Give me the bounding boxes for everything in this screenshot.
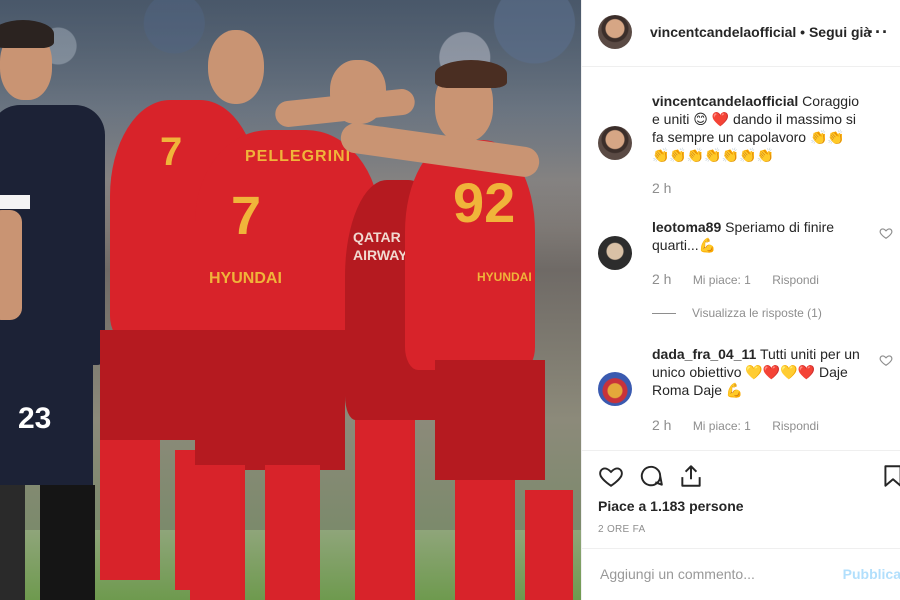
comment-like-heart-icon[interactable] — [879, 226, 893, 240]
caption-meta: 2 h — [652, 180, 689, 196]
more-dots-icon[interactable]: ··· — [868, 22, 889, 43]
comment-reply-button[interactable]: Rispondi — [772, 419, 819, 433]
shirt-name: PELLEGRINI — [245, 148, 352, 165]
comment-username[interactable]: leotoma89 — [652, 219, 721, 235]
author-username-row: vincentcandelaofficial • Segui già — [650, 24, 871, 40]
jersey-number-7: 7 — [231, 186, 262, 246]
follow-button[interactable]: Segui già — [809, 24, 871, 40]
comment-time: 2 h — [652, 417, 672, 433]
view-replies[interactable]: Visualizza le risposte (1) — [652, 306, 822, 320]
commenter-avatar[interactable] — [598, 236, 632, 270]
post-header: vincentcandelaofficial • Segui già ··· — [582, 0, 900, 67]
comment-input[interactable] — [598, 565, 832, 583]
commenter-avatar[interactable] — [598, 372, 632, 406]
view-replies-label[interactable]: Visualizza le risposte (1) — [692, 306, 822, 320]
likes-count[interactable]: Piace a 1.183 persone — [598, 498, 744, 514]
bookmark-icon[interactable] — [880, 463, 900, 489]
publish-button[interactable]: Pubblica — [843, 566, 900, 582]
comment-username[interactable]: dada_fra_04_11 — [652, 346, 756, 362]
author-avatar[interactable] — [598, 15, 632, 49]
add-comment-bar: Pubblica — [582, 548, 900, 600]
comment-likes[interactable]: Mi piace: 1 — [693, 419, 751, 433]
shirt-sponsor-hyundai: HYUNDAI — [209, 270, 282, 287]
post-side-panel: vincentcandelaofficial • Segui già ··· v… — [581, 0, 900, 600]
caption-username[interactable]: vincentcandelaofficial — [652, 93, 798, 109]
jersey-number-92: 92 — [453, 171, 516, 234]
post-actions: Piace a 1.183 persone 2 ORE FA Pubblica — [582, 450, 900, 599]
comment-meta: 2 h Mi piace: 1 Rispondi — [652, 271, 837, 287]
comment-bubble-icon[interactable] — [638, 463, 664, 489]
header-separator: • — [800, 24, 806, 40]
post-time-ago: 2 ORE FA — [598, 524, 646, 535]
post-photo[interactable]: 23 7 PELLEGRINI 7 HYUNDAI QATAR AIRWAYS … — [0, 0, 581, 600]
opponent-player: 23 — [0, 20, 110, 600]
share-icon[interactable] — [678, 463, 704, 489]
caption-avatar[interactable] — [598, 126, 632, 160]
comment-reply-button[interactable]: Rispondi — [772, 273, 819, 287]
heart-icon[interactable] — [598, 463, 624, 489]
comment-likes[interactable]: Mi piace: 1 — [693, 273, 751, 287]
comment-like-heart-icon[interactable] — [879, 353, 893, 367]
caption-time: 2 h — [652, 180, 672, 196]
comment-meta: 2 h Mi piace: 1 Rispondi — [652, 417, 837, 433]
comment-body: dada_fra_04_11 Tutti uniti per un unico … — [652, 345, 862, 399]
comment-time: 2 h — [652, 271, 672, 287]
replies-line — [652, 313, 676, 315]
caption-body: vincentcandelaofficial Coraggio e uniti … — [652, 92, 862, 164]
opponent-number: 23 — [18, 402, 52, 435]
comment-body: leotoma89 Speriamo di finire quarti...💪 — [652, 218, 862, 254]
author-username[interactable]: vincentcandelaofficial — [650, 24, 796, 40]
